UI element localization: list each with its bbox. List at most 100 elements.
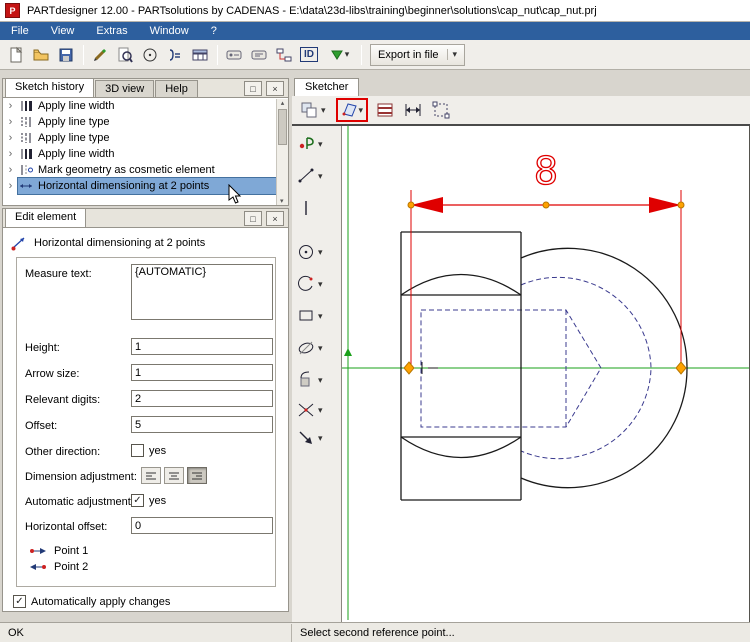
scroll-up-icon[interactable]: ▴ [281,100,285,107]
relevant-digits-label: Relevant digits: [25,394,101,406]
circle-tool-button[interactable]: ▾ [296,242,323,262]
panel-restore-button[interactable]: □ [244,81,262,96]
value-table-button[interactable] [188,43,212,67]
chevron-right-icon[interactable]: › [3,100,18,112]
sketch-circle-button[interactable] [138,43,162,67]
variables-button[interactable] [163,43,187,67]
chevron-right-icon[interactable]: › [3,164,18,176]
menu-view[interactable]: View [40,22,86,40]
edit-sketch-button[interactable] [88,43,112,67]
list-scrollbar[interactable]: ▴ ▾ [276,99,288,205]
reference-point-2[interactable] [675,361,687,375]
status-bar: OK Select second reference point... [0,622,750,642]
edit-element-fieldbox: Measure text: {AUTOMATIC} Height: Arrow … [16,257,276,587]
table-icon [192,49,208,60]
automatic-adjustment-checkbox[interactable]: ✓ [131,494,144,507]
sketch-drawing[interactable]: 8 [342,126,749,620]
new-file-icon [10,46,23,62]
move-tool-button[interactable]: ▾ [296,428,323,448]
dimension-value[interactable]: 8 [533,148,558,193]
offset-input[interactable] [131,416,273,433]
chevron-right-icon[interactable]: › [3,180,18,192]
menu-extras[interactable]: Extras [85,22,138,40]
list-item[interactable]: › Apply line width [3,98,288,114]
tab-3d-view[interactable]: 3D view [95,80,155,97]
selection-frame-button[interactable] [432,101,450,119]
align-right-icon [192,472,202,479]
vertical-line-icon [305,201,307,215]
line-tool-button[interactable]: ▾ [296,166,323,186]
point2-label[interactable]: Point 2 [54,561,88,573]
horizontal-dimension-icon [405,104,421,116]
horizontal-offset-input[interactable] [131,517,273,534]
point1-label[interactable]: Point 1 [54,545,88,557]
chevron-down-icon: ▾ [318,170,323,181]
tab-sketcher[interactable]: Sketcher [294,78,360,96]
horizontal-dimension[interactable]: 8 [403,148,687,375]
control-button-1[interactable] [222,43,246,67]
active-dimension-tool[interactable]: ▾ [335,98,369,122]
apply-changes-checkbox[interactable]: ✓ [13,595,26,608]
vertical-line-tool-button[interactable] [296,198,316,218]
id-button[interactable]: ID [297,43,321,67]
start-dropdown-button[interactable]: ▾ [322,43,356,67]
edit-element-title: Horizontal dimensioning at 2 points [34,237,206,249]
other-direction-checkbox[interactable] [131,444,144,457]
list-item[interactable]: › Apply line type [3,130,288,146]
relations-button[interactable] [272,43,296,67]
chevron-down-icon: ▾ [344,49,350,59]
panel-close-button[interactable]: × [266,81,284,96]
list-item[interactable]: › Apply line width [3,146,288,162]
scrollbar-thumb[interactable] [278,109,287,145]
select-tool-button[interactable]: ▾ [300,101,326,119]
intersection-tool-button[interactable]: ▾ [296,400,323,420]
chevron-right-icon[interactable]: › [3,116,18,128]
measure-text-input[interactable]: {AUTOMATIC} [131,264,273,320]
point-tool-icon [299,137,314,149]
open-file-button[interactable] [29,43,53,67]
list-item-label: Apply line width [38,148,115,160]
height-input[interactable] [131,338,273,355]
chevron-right-icon[interactable]: › [3,132,18,144]
arrow-size-input[interactable] [131,364,273,381]
menu-help[interactable]: ? [200,22,228,40]
hatch-tool-button[interactable] [376,101,394,119]
point2-icon [30,564,46,570]
preview-zoom-button[interactable] [113,43,137,67]
align-center-button[interactable] [164,467,184,484]
align-right-button[interactable] [187,467,207,484]
control-button-2[interactable] [247,43,271,67]
fillet-tool-button[interactable]: ▾ [296,370,323,390]
sketcher-canvas[interactable]: 8 [341,126,750,622]
save-button[interactable] [54,43,78,67]
menu-file[interactable]: File [0,22,40,40]
menu-window[interactable]: Window [139,22,200,40]
panel-restore-button[interactable]: □ [244,211,262,226]
align-left-button[interactable] [141,467,161,484]
cap-nut-outline[interactable] [400,231,688,501]
chevron-right-icon[interactable]: › [3,148,18,160]
axis-origin-marker [344,348,352,356]
tab-help[interactable]: Help [155,80,198,97]
panel-close-button[interactable]: × [266,211,284,226]
tab-sketch-history[interactable]: Sketch history [5,78,95,97]
relation-icon [276,48,292,61]
tab-edit-element[interactable]: Edit element [5,208,87,227]
horizontal-dimension-button[interactable] [404,101,422,119]
magnifier-page-icon [118,47,133,63]
chevron-down-icon: ▾ [318,310,323,321]
reference-point-1[interactable] [403,361,415,375]
status-left-text: OK [8,627,24,639]
list-item[interactable]: › Apply line type [3,114,288,130]
ellipse-tool-button[interactable]: ▾ [296,338,323,358]
point-tool-button[interactable]: ▾ [296,134,323,154]
export-in-file-button[interactable]: Export in file ▾ [370,43,466,66]
arc-tool-button[interactable]: ▾ [296,274,323,294]
new-file-button[interactable] [4,43,28,67]
list-item[interactable]: › Mark geometry as cosmetic element [3,162,288,178]
hatch-icon [377,103,393,117]
scroll-down-icon[interactable]: ▾ [280,197,284,205]
rectangle-tool-button[interactable]: ▾ [296,306,323,326]
relevant-digits-input[interactable] [131,390,273,407]
list-item-selected[interactable]: › Horizontal dimensioning at 2 points [3,177,288,195]
